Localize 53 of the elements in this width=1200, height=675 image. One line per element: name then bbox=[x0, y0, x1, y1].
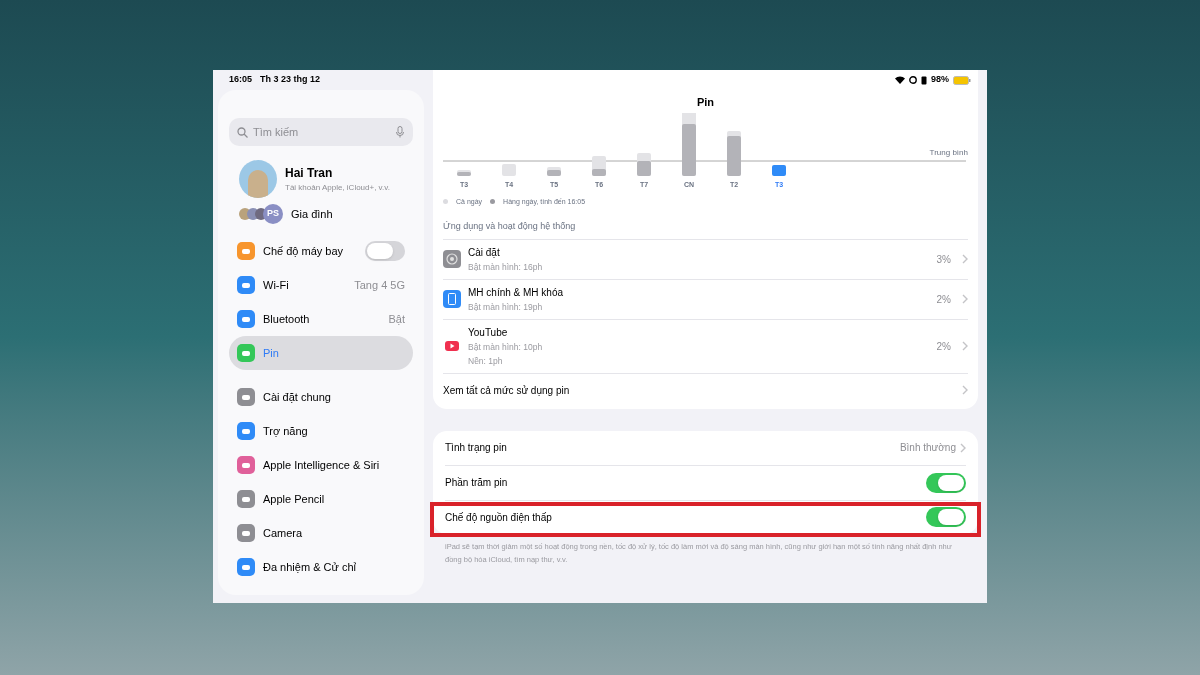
search-icon bbox=[237, 127, 248, 138]
chevron-icon bbox=[962, 341, 968, 351]
toggle-switch[interactable] bbox=[365, 241, 405, 261]
section-header: Ứng dụng và hoạt động hệ thống bbox=[442, 220, 577, 233]
usage-detail: Bật màn hình: 16ph bbox=[468, 260, 544, 274]
rotation-lock-icon bbox=[909, 76, 917, 84]
chevron-icon bbox=[962, 294, 968, 304]
usage-detail: Nền: 1ph bbox=[468, 354, 504, 368]
usage-percent: 2% bbox=[936, 339, 951, 354]
app-row[interactable]: YouTube Bật màn hình: 10ph Nền: 1ph 2% bbox=[443, 318, 968, 373]
row-value: Bình thường bbox=[899, 441, 956, 456]
app-row[interactable]: Cài đặt Bật màn hình: 16ph 3% bbox=[443, 239, 968, 279]
sidebar-item[interactable]: Apple Intelligence & Siri bbox=[229, 448, 413, 482]
usage-percent: 3% bbox=[936, 252, 951, 267]
microphone-icon bbox=[396, 126, 404, 138]
family-label: Gia đình bbox=[291, 206, 333, 222]
sidebar-item[interactable]: Chế độ máy bay bbox=[229, 234, 413, 268]
search-field[interactable]: Tìm kiếm bbox=[229, 118, 413, 146]
phone-icon bbox=[921, 75, 927, 85]
usage-detail: Bật màn hình: 10ph bbox=[468, 340, 544, 354]
status-date: Th 3 23 thg 12 bbox=[260, 73, 321, 87]
chevron-icon bbox=[962, 385, 968, 395]
chart-bar bbox=[682, 123, 696, 176]
sidebar-item[interactable]: Trợ năng bbox=[229, 414, 413, 448]
see-all-row[interactable]: Xem tất cả mức sử dụng pin bbox=[443, 372, 968, 407]
sidebar-item[interactable]: Wi-Fi Tang 4 5G bbox=[229, 268, 413, 302]
sidebar-item[interactable]: Bluetooth Bật bbox=[229, 302, 413, 336]
settings-row: Chế độ nguồn điện thấp bbox=[445, 499, 966, 534]
chart-title: Pin bbox=[696, 95, 715, 110]
app-row[interactable]: MH chính & MH khóa Bật màn hình: 19ph 2% bbox=[443, 278, 968, 319]
account-name: Hai Tran bbox=[285, 165, 334, 182]
sidebar-item[interactable]: Apple Pencil bbox=[229, 482, 413, 516]
toggle-switch[interactable] bbox=[926, 472, 966, 493]
avatar bbox=[239, 160, 277, 198]
avatar-initials: PS bbox=[263, 204, 283, 224]
battery-percent: 98% bbox=[931, 73, 949, 87]
usage-detail: Bật màn hình: 19ph bbox=[468, 300, 544, 314]
chevron-icon bbox=[960, 442, 966, 453]
app-icon bbox=[443, 290, 461, 308]
toggle-switch[interactable] bbox=[926, 507, 966, 528]
wifi-icon bbox=[895, 76, 905, 84]
average-label: Trung bình bbox=[929, 146, 968, 159]
usage-percent: 2% bbox=[936, 292, 951, 307]
settings-row[interactable]: Tình trạng pin Bình thường bbox=[445, 430, 966, 465]
sidebar-item[interactable]: Cài đặt chung bbox=[229, 380, 413, 414]
app-icon bbox=[443, 250, 461, 268]
account-subtitle: Tài khoản Apple, iCloud+, v.v. bbox=[285, 182, 390, 194]
status-time: 16:05 bbox=[229, 73, 253, 87]
settings-row: Phần trăm pin bbox=[445, 465, 966, 500]
battery-icon bbox=[953, 75, 971, 85]
sidebar-item[interactable]: Camera bbox=[229, 516, 413, 550]
chevron-icon bbox=[962, 254, 968, 264]
sidebar-item[interactable]: Đa nhiệm & Cử chỉ bbox=[229, 550, 413, 584]
